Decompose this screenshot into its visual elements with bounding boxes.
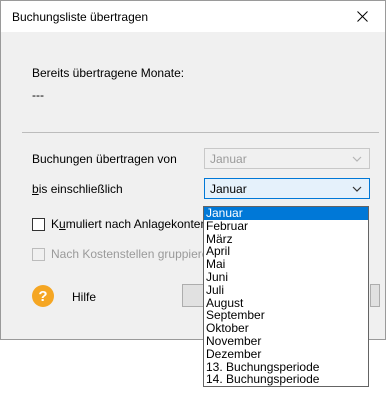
to-select[interactable]: Januar bbox=[204, 178, 370, 199]
transferred-months-label: Bereits übertragene Monate: bbox=[32, 66, 185, 80]
cumulative-checkbox[interactable] bbox=[32, 218, 45, 231]
from-select-value: Januar bbox=[210, 152, 247, 166]
to-label-text: is einschließlich bbox=[38, 182, 123, 196]
dropdown-option[interactable]: Dezember bbox=[204, 347, 368, 361]
chevron-down-icon bbox=[352, 186, 362, 192]
chevron-down-icon bbox=[352, 156, 362, 162]
cumulative-label: Kumuliert nach Anlagekonten bbox=[51, 217, 204, 231]
dropdown-option[interactable]: Februar bbox=[204, 219, 368, 233]
to-select-value: Januar bbox=[210, 182, 247, 196]
dropdown-option[interactable]: 14. Buchungsperiode bbox=[204, 373, 368, 386]
cost-center-checkbox[interactable] bbox=[32, 248, 45, 261]
dropdown-option[interactable]: Mai bbox=[204, 258, 368, 271]
dropdown-option[interactable]: Juni bbox=[204, 271, 368, 284]
close-button[interactable] bbox=[339, 1, 385, 32]
cancel-button[interactable] bbox=[370, 284, 380, 307]
question-icon[interactable]: ? bbox=[32, 285, 54, 307]
from-select[interactable]: Januar bbox=[204, 148, 370, 169]
dropdown-option[interactable]: April bbox=[204, 245, 368, 258]
window-title: Buchungsliste übertragen bbox=[12, 10, 149, 24]
separator bbox=[22, 132, 379, 133]
month-dropdown-list[interactable]: Januar Februar März April Mai Juni Juli August S… bbox=[203, 206, 369, 387]
title-bar: Buchungsliste übertragen bbox=[1, 1, 385, 32]
close-icon bbox=[356, 11, 368, 22]
transferred-months-value: --- bbox=[32, 88, 44, 102]
dropdown-option[interactable]: Juli bbox=[204, 283, 368, 297]
help-label[interactable]: Hilfe bbox=[72, 290, 96, 304]
to-label: bis einschließlich bbox=[32, 182, 123, 196]
cost-center-label: Nach Kostenstellen gruppieren bbox=[51, 247, 204, 261]
from-label: Buchungen übertragen von bbox=[32, 152, 177, 166]
